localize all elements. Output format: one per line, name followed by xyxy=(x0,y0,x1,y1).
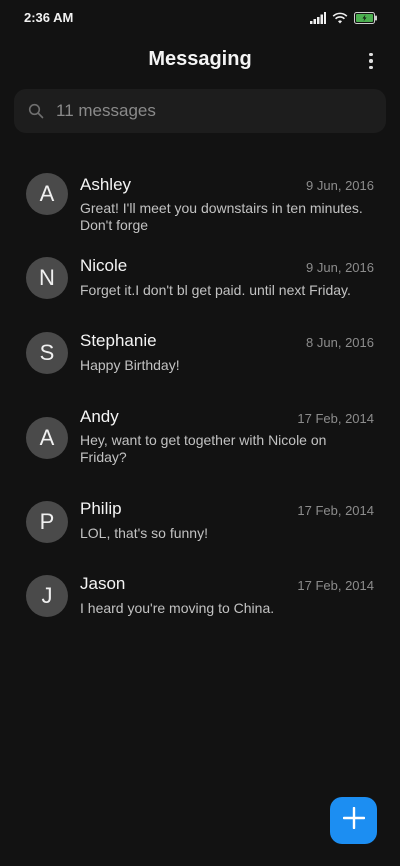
avatar: J xyxy=(26,575,68,617)
status-time: 2:36 AM xyxy=(24,10,74,25)
message-date: 9 Jun, 2016 xyxy=(306,178,374,193)
message-preview: Great! I'll meet you downstairs in ten m… xyxy=(80,200,363,233)
message-date: 8 Jun, 2016 xyxy=(306,335,374,350)
battery-charging-icon xyxy=(354,11,378,29)
message-preview: LOL, that's so funny! xyxy=(80,525,208,541)
avatar: A xyxy=(26,173,68,215)
app-header: Messaging xyxy=(0,36,400,86)
signal-icon xyxy=(310,11,326,29)
message-date: 17 Feb, 2014 xyxy=(297,578,374,593)
contact-name: Stephanie xyxy=(80,331,157,350)
avatar: N xyxy=(26,257,68,299)
message-date: 9 Jun, 2016 xyxy=(306,260,374,275)
search-icon xyxy=(28,103,44,119)
conversation-item[interactable]: N Nicole 9 Jun, 2016 Forget it.I don't b… xyxy=(0,250,400,310)
message-date: 17 Feb, 2014 xyxy=(297,411,374,426)
avatar: P xyxy=(26,501,68,543)
conversation-item[interactable]: P Philip 17 Feb, 2014 LOL, that's so fun… xyxy=(0,494,400,554)
more-options-button[interactable] xyxy=(362,50,380,72)
message-preview: I heard you're moving to China. xyxy=(80,600,275,616)
conversation-item[interactable]: A Andy 17 Feb, 2014 Hey, want to get tog… xyxy=(0,402,400,478)
contact-name: Jason xyxy=(80,574,126,593)
more-vertical-icon xyxy=(369,52,373,57)
conversation-item[interactable]: S Stephanie 8 Jun, 2016 Happy Birthday! xyxy=(0,326,400,386)
avatar: A xyxy=(26,417,68,459)
conversation-item[interactable]: A Ashley 9 Jun, 2016 Great! I'll meet yo… xyxy=(0,160,400,233)
contact-name: Nicole xyxy=(80,256,128,275)
contact-name: Andy xyxy=(80,407,119,426)
message-preview: Hey, want to get together with Nicole on… xyxy=(80,432,327,465)
message-preview: Happy Birthday! xyxy=(80,357,180,373)
page-title: Messaging xyxy=(148,48,252,70)
more-dot xyxy=(369,59,373,63)
conversation-item[interactable]: J Jason 17 Feb, 2014 I heard you're movi… xyxy=(0,570,400,630)
plus-icon xyxy=(342,806,365,834)
search-bar[interactable]: 11 messages xyxy=(14,89,386,133)
status-icons xyxy=(310,11,378,29)
avatar: S xyxy=(26,332,68,374)
wifi-icon xyxy=(332,11,348,29)
search-placeholder: 11 messages xyxy=(56,101,156,120)
more-dot xyxy=(369,65,373,70)
status-bar: 2:36 AM xyxy=(0,0,400,36)
message-date: 17 Feb, 2014 xyxy=(297,503,374,518)
contact-name: Ashley xyxy=(80,175,132,194)
message-preview: Forget it.I don't bl get paid. until nex… xyxy=(80,282,351,298)
contact-name: Philip xyxy=(80,499,122,518)
new-message-button[interactable] xyxy=(330,797,377,844)
